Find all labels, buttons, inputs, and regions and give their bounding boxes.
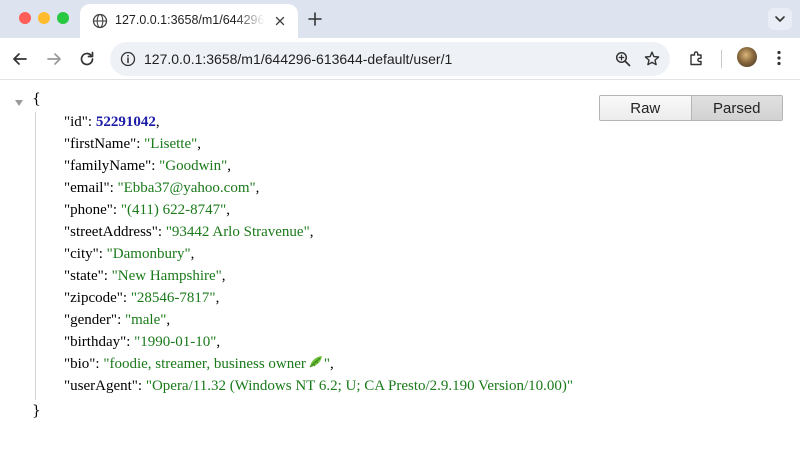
- json-property-gender: "gender": "male",: [64, 312, 171, 328]
- json-property-familyName: "familyName": "Goodwin",: [64, 158, 231, 174]
- browser-toolbar: 127.0.0.1:3658/m1/644296-613644-default/…: [0, 38, 800, 80]
- json-property-birthday: "birthday": "1990-01-10",: [64, 334, 221, 350]
- json-key: "firstName": [64, 136, 137, 152]
- minimize-window-button[interactable]: [38, 12, 50, 24]
- json-property-zipcode: "zipcode": "28546-7817",: [64, 290, 220, 306]
- json-property-streetAddress: "streetAddress": "93442 Arlo Stravenue",: [64, 224, 314, 240]
- info-icon[interactable]: [120, 51, 136, 67]
- json-key: "userAgent": [64, 378, 138, 394]
- json-key: "zipcode": [64, 290, 123, 306]
- json-property-bio: "bio": "foodie, streamer, business owner…: [64, 354, 334, 372]
- json-value: "male": [124, 312, 167, 328]
- json-value: "New Hampshire": [111, 268, 222, 284]
- globe-icon: [92, 13, 108, 29]
- json-viewer: { "id": 52291042, "firstName": "Lisette"…: [0, 81, 800, 473]
- json-key: "streetAddress": [64, 224, 158, 240]
- json-key: "email": [64, 180, 110, 196]
- json-key: "id": [64, 114, 88, 130]
- view-mode-toggle: Raw Parsed: [599, 95, 783, 121]
- extensions-icon[interactable]: [688, 49, 706, 67]
- json-value: "foodie, streamer, business owner: [103, 356, 306, 372]
- json-key: "gender": [64, 312, 118, 328]
- json-key: "phone": [64, 202, 113, 218]
- json-value: "Damonbury": [106, 246, 191, 262]
- maximize-window-button[interactable]: [57, 12, 69, 24]
- star-icon[interactable]: [643, 50, 661, 68]
- reload-icon[interactable]: [77, 49, 97, 69]
- json-property-city: "city": "Damonbury",: [64, 246, 195, 262]
- back-arrow-icon[interactable]: [10, 49, 30, 69]
- indent-guide: [35, 112, 36, 400]
- forward-arrow-icon[interactable]: [44, 49, 64, 69]
- open-brace: {: [32, 91, 41, 107]
- json-value-end: ": [323, 356, 331, 372]
- json-value: "28546-7817": [130, 290, 216, 306]
- leafy-green-emoji: [308, 354, 324, 368]
- json-key: "city": [64, 246, 99, 262]
- json-value: "Opera/11.32 (Windows NT 6.2; U; CA Pres…: [145, 378, 574, 394]
- json-key: "familyName": [64, 158, 152, 174]
- json-key: "birthday": [64, 334, 127, 350]
- url-text[interactable]: 127.0.0.1:3658/m1/644296-613644-default/…: [144, 51, 452, 69]
- json-property-phone: "phone": "(411) 622-8747",: [64, 202, 231, 218]
- tab-bar: 127.0.0.1:3658/m1/644296-6: [0, 0, 800, 38]
- avatar[interactable]: [737, 47, 757, 67]
- more-menu-icon[interactable]: [774, 49, 784, 67]
- parsed-button[interactable]: Parsed: [691, 96, 782, 120]
- json-value: "(411) 622-8747": [120, 202, 227, 218]
- close-brace: }: [32, 403, 41, 419]
- json-value: "1990-01-10": [134, 334, 217, 350]
- json-value: 52291042: [95, 114, 156, 130]
- json-property-state: "state": "New Hampshire",: [64, 268, 226, 284]
- json-properties: "id": 52291042, "firstName": "Lisette", …: [64, 111, 573, 397]
- browser-tab[interactable]: 127.0.0.1:3658/m1/644296-6: [80, 4, 298, 38]
- json-property-email: "email": "Ebba37@yahoo.com",: [64, 180, 260, 196]
- close-window-button[interactable]: [19, 12, 31, 24]
- close-icon[interactable]: [272, 13, 288, 29]
- raw-button[interactable]: Raw: [600, 96, 692, 120]
- chevron-down-icon[interactable]: [768, 8, 792, 30]
- toolbar-divider: [721, 50, 722, 68]
- collapse-triangle-icon[interactable]: [14, 94, 24, 106]
- zoom-icon[interactable]: [615, 51, 631, 67]
- json-value: "Goodwin": [159, 158, 228, 174]
- address-bar[interactable]: 127.0.0.1:3658/m1/644296-613644-default/…: [110, 42, 670, 76]
- tab-title: 127.0.0.1:3658/m1/644296-6: [115, 13, 265, 27]
- json-value: "93442 Arlo Stravenue": [165, 224, 310, 240]
- json-value: "Lisette": [144, 136, 198, 152]
- plus-icon[interactable]: [306, 10, 324, 28]
- json-key: "bio": [64, 356, 96, 372]
- json-property-userAgent: "userAgent": "Opera/11.32 (Windows NT 6.…: [64, 378, 574, 394]
- json-value: "Ebba37@yahoo.com": [117, 180, 256, 196]
- json-property-firstName: "firstName": "Lisette",: [64, 136, 201, 152]
- json-key: "state": [64, 268, 104, 284]
- json-property-id: "id": 52291042,: [64, 114, 160, 130]
